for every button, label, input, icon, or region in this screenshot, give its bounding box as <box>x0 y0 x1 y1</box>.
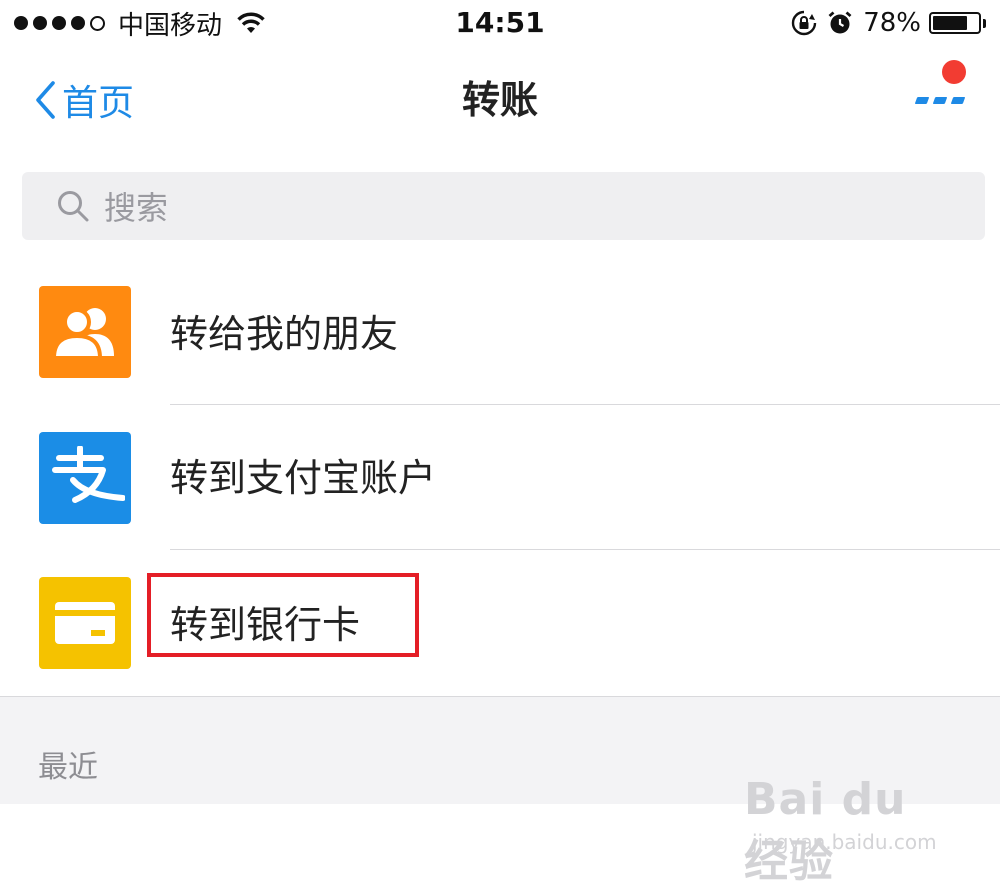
alarm-icon <box>828 11 852 34</box>
search-placeholder: 搜索 <box>104 189 169 227</box>
list-item-label: 转给我的朋友 <box>170 312 399 356</box>
battery-icon <box>929 12 986 34</box>
bank-card-icon <box>39 577 131 669</box>
list-item-transfer-to-friend[interactable]: 转给我的朋友 <box>0 260 1000 406</box>
highlight-box <box>147 573 419 657</box>
alipay-icon <box>39 432 131 524</box>
baidu-jingyan-watermark: Bai du 经验 jingyan.baidu.com <box>744 770 944 887</box>
search-icon <box>58 191 89 222</box>
more-menu-button[interactable] <box>912 60 972 120</box>
status-right-group: 78% <box>791 6 986 40</box>
list-item-transfer-to-alipay[interactable]: 转到支付宝账户 <box>0 405 1000 551</box>
watermark-url: jingyan.baidu.com <box>752 830 937 854</box>
more-icon <box>914 97 930 104</box>
search-bar[interactable]: 搜索 <box>22 172 985 240</box>
page-title: 转账 <box>461 78 538 122</box>
status-bar: 中国移动 14:51 78% <box>0 0 1000 46</box>
list-item-label: 转到支付宝账户 <box>170 456 437 500</box>
battery-percent: 78% <box>863 8 921 38</box>
friends-icon <box>39 286 131 378</box>
rotation-lock-icon <box>792 10 817 36</box>
recent-section-header: 最近 <box>38 750 98 785</box>
notification-badge <box>942 60 966 84</box>
navigation-bar: 首页 转账 <box>0 60 1000 140</box>
